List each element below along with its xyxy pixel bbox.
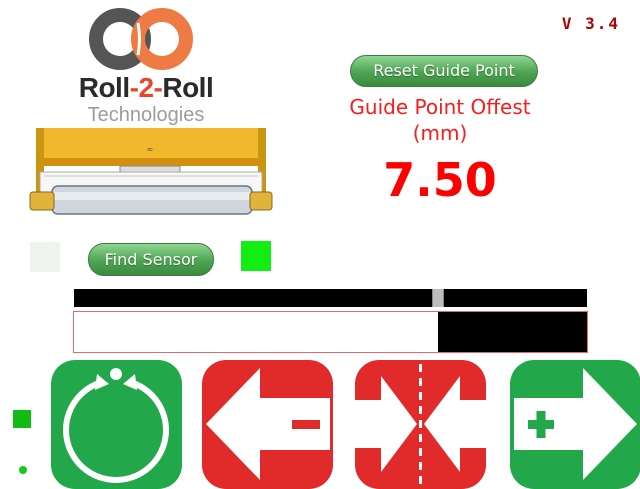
position-marker (432, 289, 444, 307)
left-sensor-indicator (30, 242, 60, 272)
position-bar (74, 289, 587, 307)
brand-subtitle: Technologies (87, 104, 205, 126)
svg-text:≈: ≈ (147, 145, 154, 154)
logo-icon (89, 8, 193, 70)
reset-guide-point-button[interactable]: Reset Guide Point (350, 55, 538, 87)
offset-value: 7.50 (383, 153, 497, 207)
edge-detection-bar (73, 311, 588, 353)
edge-fill (438, 312, 587, 352)
center-button[interactable] (355, 360, 486, 489)
version-label: V 3.4 (561, 14, 620, 33)
offset-label: Guide Point Offest (mm) (300, 94, 580, 146)
offset-label-unit: (mm) (412, 121, 468, 145)
status-indicator (13, 410, 31, 428)
web-guide-illustration: ≈ (29, 128, 273, 215)
right-sensor-indicator (241, 241, 271, 271)
auto-guide-button[interactable] (51, 360, 182, 489)
brand-name: Roll-2-Roll (78, 72, 214, 103)
move-plus-button[interactable] (510, 360, 640, 489)
find-sensor-button[interactable]: Find Sensor (88, 243, 214, 276)
move-minus-button[interactable] (202, 360, 333, 489)
status-dot (19, 466, 27, 474)
offset-label-line1: Guide Point Offest (349, 95, 531, 119)
